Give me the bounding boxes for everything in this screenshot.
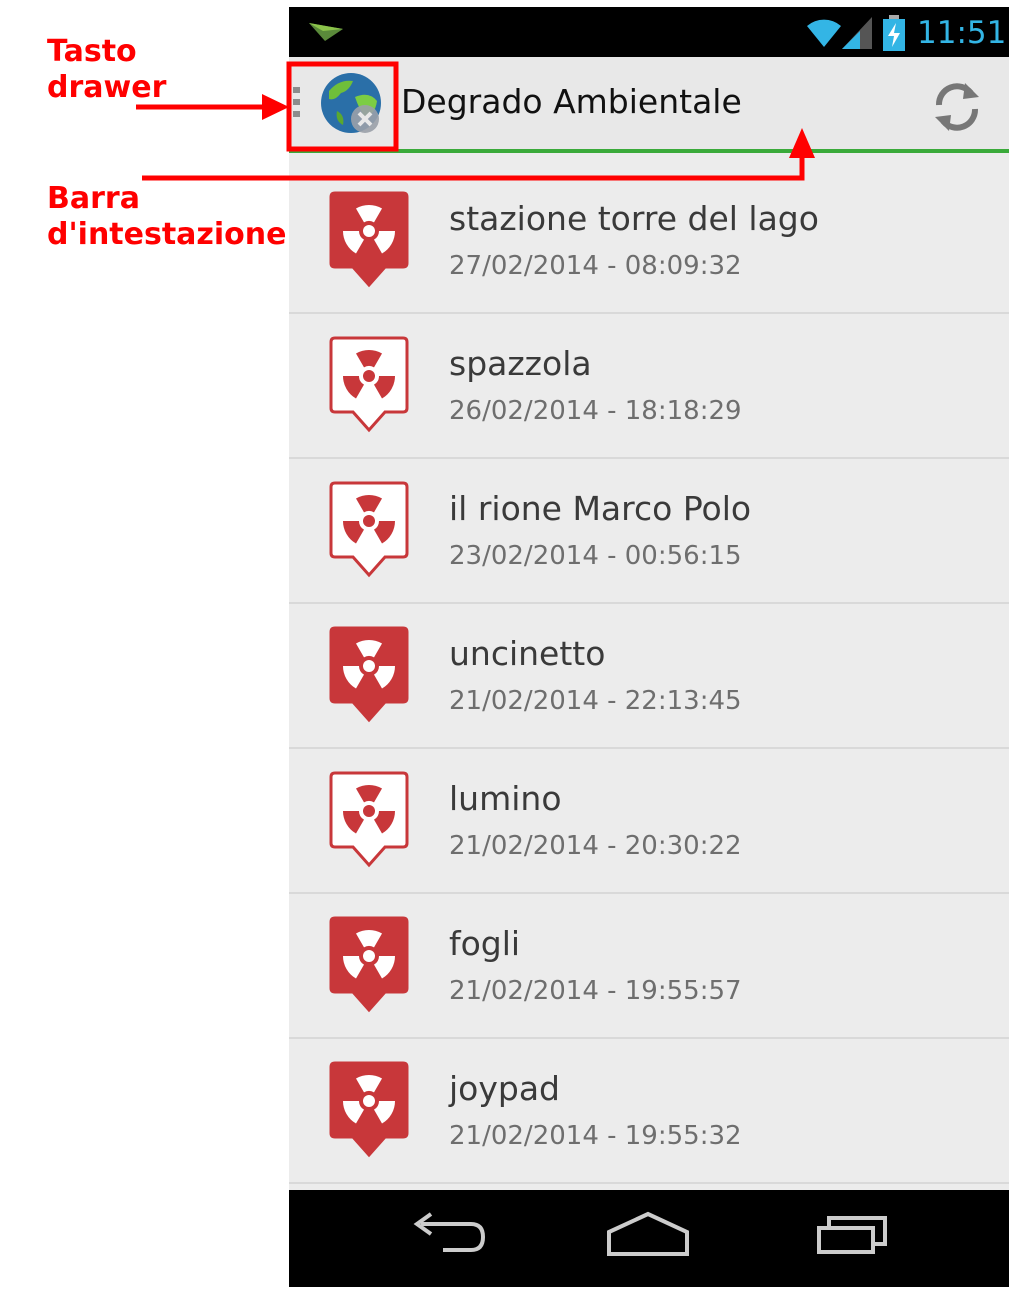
report-title: fogli <box>449 924 521 963</box>
radiation-marker-icon <box>329 336 409 433</box>
list-item[interactable]: uncinetto 21/02/2014 - 22:13:45 <box>289 604 1009 749</box>
list-item[interactable]: lumino 21/02/2014 - 20:30:22 <box>289 749 1009 894</box>
annotation-drawer-label: Tasto drawer <box>47 34 167 105</box>
battery-charging-icon <box>883 15 905 51</box>
action-bar: Degrado Ambientale <box>289 57 1009 153</box>
refresh-icon[interactable] <box>929 79 985 135</box>
radiation-marker-icon <box>329 916 409 1013</box>
radiation-marker-icon <box>329 771 409 868</box>
wifi-icon <box>807 19 841 47</box>
status-bar: 11:51 <box>289 7 1009 57</box>
radiation-marker-icon <box>329 481 409 578</box>
report-title: joypad <box>449 1069 561 1108</box>
report-date: 21/02/2014 - 19:55:32 <box>449 1121 742 1151</box>
list-item[interactable]: il rione Marco Polo 23/02/2014 - 00:56:1… <box>289 459 1009 604</box>
radiation-marker-icon <box>329 626 409 723</box>
app-globe-icon[interactable] <box>319 71 383 135</box>
report-date: 23/02/2014 - 00:56:15 <box>449 541 742 571</box>
report-date: 26/02/2014 - 18:18:29 <box>449 396 742 426</box>
drawer-indicator-icon[interactable] <box>293 87 301 127</box>
annotation-header-bar-label: Barra d'intestazione <box>47 181 287 252</box>
app-title: Degrado Ambientale <box>401 82 742 121</box>
report-title: uncinetto <box>449 634 606 673</box>
report-title: lumino <box>449 779 562 818</box>
report-list: stazione torre del lago 27/02/2014 - 08:… <box>289 169 1009 1184</box>
report-date: 21/02/2014 - 20:30:22 <box>449 831 742 861</box>
recents-icon[interactable] <box>811 1210 891 1260</box>
signal-icon <box>842 17 872 49</box>
back-icon[interactable] <box>409 1210 489 1260</box>
report-title: spazzola <box>449 344 592 383</box>
list-item[interactable]: fogli 21/02/2014 - 19:55:57 <box>289 894 1009 1039</box>
notification-icon <box>309 23 343 41</box>
navigation-bar <box>289 1190 1009 1287</box>
list-item[interactable]: spazzola 26/02/2014 - 18:18:29 <box>289 314 1009 459</box>
list-item[interactable]: joypad 21/02/2014 - 19:55:32 <box>289 1039 1009 1184</box>
radiation-marker-icon <box>329 1061 409 1158</box>
report-title: stazione torre del lago <box>449 199 819 238</box>
phone-screen: 11:51 Degrado Ambientale stazione torre … <box>289 7 1009 1287</box>
report-date: 27/02/2014 - 08:09:32 <box>449 251 742 281</box>
status-time: 11:51 <box>917 15 1007 51</box>
list-item[interactable]: stazione torre del lago 27/02/2014 - 08:… <box>289 169 1009 314</box>
report-date: 21/02/2014 - 22:13:45 <box>449 686 742 716</box>
home-icon[interactable] <box>605 1210 691 1260</box>
report-date: 21/02/2014 - 19:55:57 <box>449 976 742 1006</box>
report-title: il rione Marco Polo <box>449 489 752 528</box>
radiation-marker-icon <box>329 191 409 288</box>
